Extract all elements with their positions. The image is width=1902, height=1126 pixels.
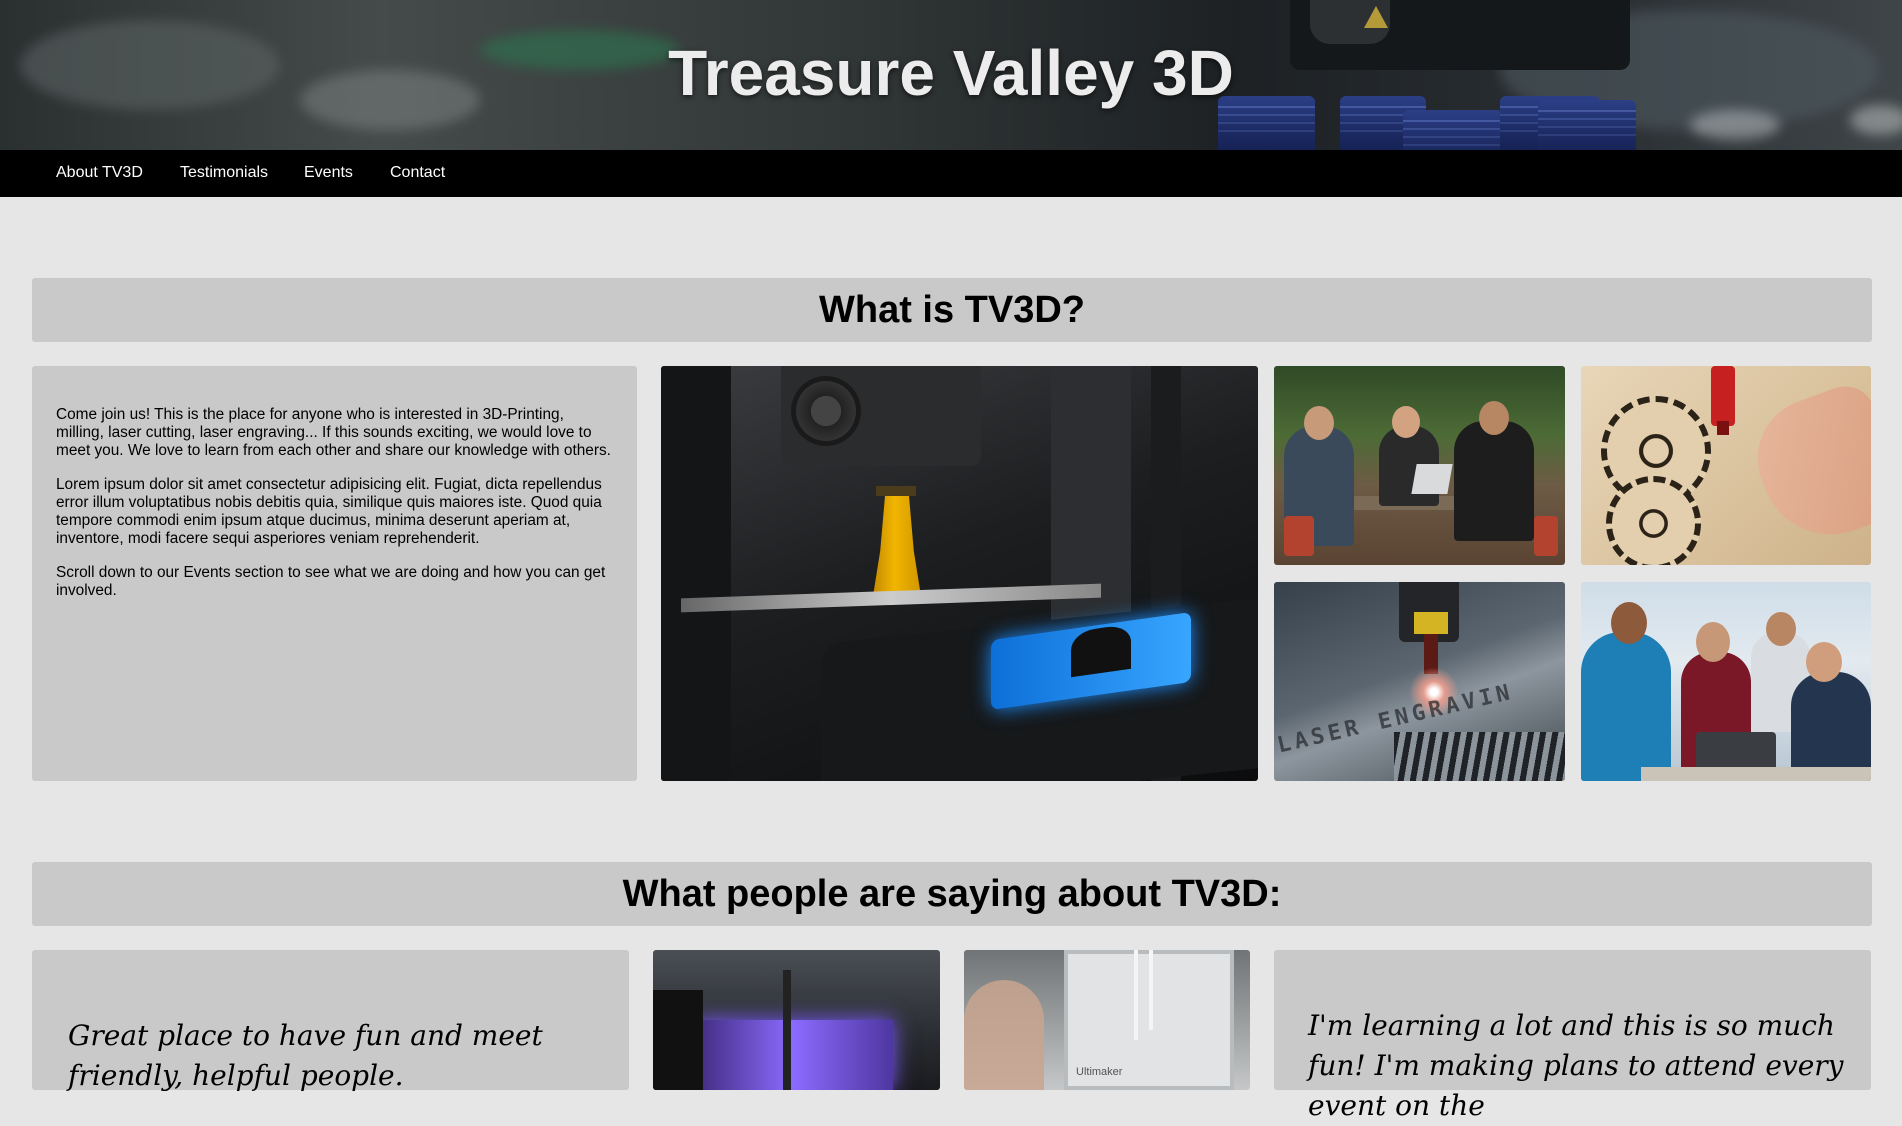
nav-events[interactable]: Events xyxy=(304,164,353,182)
testimonial-photo-printer-lab xyxy=(653,950,940,1090)
nav-contact[interactable]: Contact xyxy=(390,164,445,182)
nav-about[interactable]: About TV3D xyxy=(56,164,143,182)
site-title: Treasure Valley 3D xyxy=(668,37,1234,109)
testimonials-heading: What people are saying about TV3D: xyxy=(32,862,1872,926)
testimonial-card: Great place to have fun and meet friendl… xyxy=(32,950,629,1092)
nav-testimonials[interactable]: Testimonials xyxy=(180,164,268,182)
laser-engraving-photo: LASER ENGRAVIN xyxy=(1274,582,1565,781)
testimonial-quote: I'm learning a lot and this is so much f… xyxy=(1308,1009,1844,1122)
about-text-panel: Come join us! This is the place for anyo… xyxy=(32,366,637,781)
testimonial-card: I'm learning a lot and this is so much f… xyxy=(1274,950,1871,1122)
hero-banner: Treasure Valley 3D xyxy=(0,0,1902,150)
testimonial-quote: Great place to have fun and meet friendl… xyxy=(68,1019,543,1092)
about-paragraph: Come join us! This is the place for anyo… xyxy=(56,406,611,459)
main-nav: About TV3D Testimonials Events Contact xyxy=(0,150,1902,197)
testimonial-photo-ultimaker: Ultimaker xyxy=(964,950,1250,1090)
team-laptop-photo xyxy=(1581,582,1871,781)
laser-cut-gears-photo xyxy=(1581,366,1871,565)
group-cafe-photo xyxy=(1274,366,1565,565)
ultimaker-label: Ultimaker xyxy=(1076,1066,1123,1078)
about-heading: What is TV3D? xyxy=(32,278,1872,342)
3d-printer-photo xyxy=(661,366,1258,781)
about-paragraph: Scroll down to our Events section to see… xyxy=(56,564,606,599)
about-paragraph: Lorem ipsum dolor sit amet consectetur a… xyxy=(56,476,602,547)
